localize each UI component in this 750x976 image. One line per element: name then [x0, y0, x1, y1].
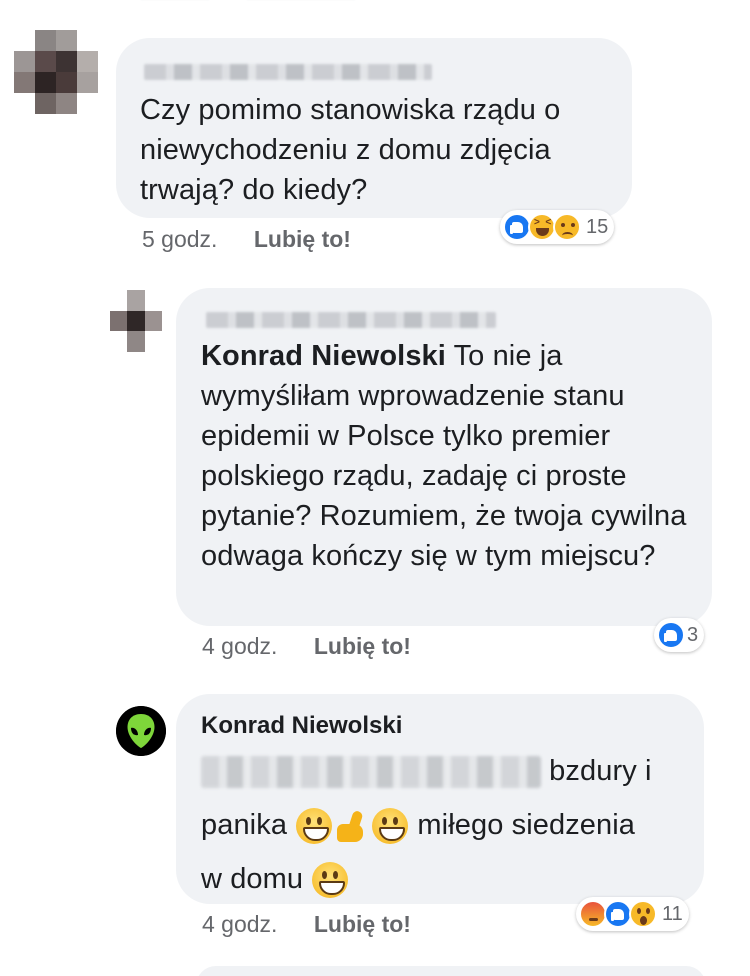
avatar[interactable] [110, 290, 162, 352]
comment-meta: 5 godz. Lubię to! [142, 226, 351, 253]
blurred-text [201, 756, 541, 789]
like-reaction-icon [604, 900, 632, 928]
reply-bubble: Konrad Niewolski To nie ja wymyśliłam wp… [176, 288, 712, 626]
comment-text: Konrad Niewolski To nie ja wymyśliłam wp… [201, 336, 701, 576]
haha-reaction-icon [528, 213, 556, 241]
thumbs-up-emoji [334, 808, 370, 844]
comment-bubble: Czy pomimo stanowiska rządu o niewychodz… [116, 38, 632, 218]
comment-time[interactable]: 4 godz. [202, 911, 277, 937]
author-name[interactable]: Konrad Niewolski [201, 712, 402, 740]
reactions-summary[interactable]: 11 [576, 897, 689, 931]
mention-name[interactable]: Konrad Niewolski [201, 340, 446, 372]
grinning-emoji [372, 808, 409, 845]
alien-icon [116, 706, 166, 756]
comment-time[interactable]: 4 godz. [202, 633, 277, 659]
like-button[interactable]: Lubię to! [314, 633, 411, 659]
comment-meta: 4 godz. Lubię to! [202, 911, 411, 938]
sad-reaction-icon [553, 213, 581, 241]
wow-reaction-icon [629, 900, 657, 928]
reactions-summary[interactable]: 15 [500, 210, 615, 244]
reactions-summary[interactable]: 3 [654, 618, 705, 652]
next-comment-bubble [196, 966, 706, 976]
like-button[interactable]: Lubię to! [314, 911, 411, 937]
reply-bubble: Konrad Niewolski bzdury i panika miłego … [176, 694, 704, 904]
reaction-count: 15 [586, 215, 609, 238]
grinning-emoji [296, 808, 333, 845]
author-name-blurred[interactable] [206, 312, 496, 328]
comment-meta: 4 godz. Lubię to! [202, 633, 411, 660]
angry-reaction-icon [579, 900, 607, 928]
reaction-count: 3 [687, 623, 699, 646]
comment-text: Czy pomimo stanowiska rządu o niewychodz… [140, 94, 561, 206]
reaction-count: 11 [662, 902, 683, 925]
like-reaction-icon [503, 213, 531, 241]
author-name-blurred[interactable] [144, 64, 432, 80]
like-button[interactable]: Lubię to! [254, 226, 351, 252]
avatar[interactable] [14, 30, 98, 114]
grinning-emoji [312, 862, 349, 899]
avatar[interactable] [116, 706, 166, 756]
comment-time[interactable]: 5 godz. [142, 226, 217, 252]
comment-text: bzdury i panika miłego siedzenia w domu [201, 744, 696, 906]
reply-body: To nie ja wymyśliłam wprowadzenie stanu … [201, 340, 687, 572]
like-reaction-icon [657, 621, 685, 649]
previous-comment-meta [140, 0, 460, 6]
